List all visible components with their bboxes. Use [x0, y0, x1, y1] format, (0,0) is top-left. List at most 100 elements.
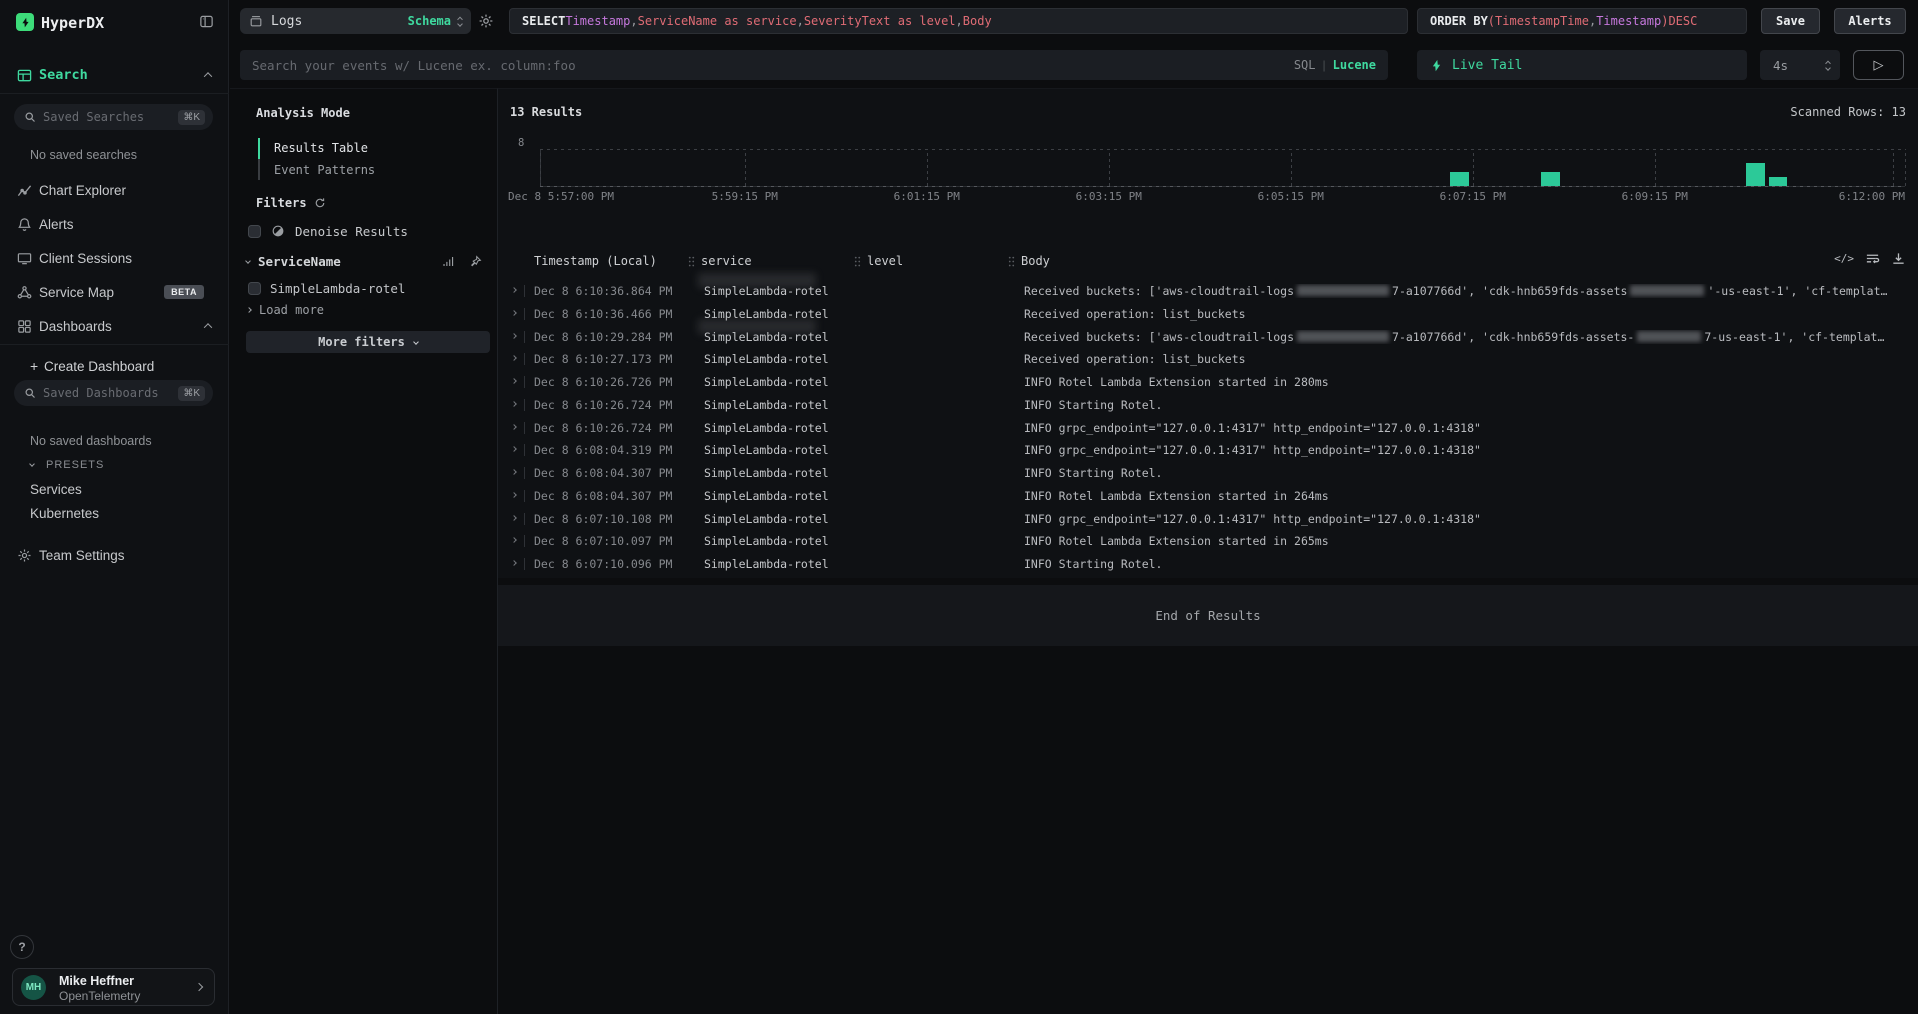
- log-row[interactable]: Dec 8 6:10:26.724 PMSimpleLambda-rotelIN…: [498, 394, 1918, 417]
- expand-row-icon[interactable]: [511, 537, 517, 543]
- sidebar-item-chart-explorer[interactable]: Chart Explorer: [0, 176, 228, 204]
- expand-row-icon[interactable]: [511, 333, 517, 339]
- sidebar-item-team-settings[interactable]: Team Settings: [0, 541, 228, 569]
- log-row[interactable]: Dec 8 6:10:36.466 PMSimpleLambda-rotelRe…: [498, 303, 1918, 326]
- mode-event-patterns[interactable]: Event Patterns: [274, 163, 375, 177]
- presets-toggle[interactable]: PRESETS: [0, 453, 228, 477]
- live-tail-button[interactable]: Live Tail: [1417, 50, 1747, 80]
- column-timestamp[interactable]: Timestamp (Local): [534, 254, 657, 268]
- chart-bar[interactable]: [1746, 163, 1765, 186]
- chevron-right-icon: [195, 983, 203, 991]
- more-filters-button[interactable]: More filters: [246, 331, 490, 353]
- create-dashboard-button[interactable]: + Create Dashboard: [0, 352, 228, 380]
- results-count: 13 Results: [510, 105, 582, 119]
- chart-filter-icon[interactable]: [442, 255, 455, 268]
- log-row[interactable]: Dec 8 6:08:04.307 PMSimpleLambda-rotelIN…: [498, 462, 1918, 485]
- mode-results-table[interactable]: Results Table: [274, 141, 368, 155]
- filter-group-header[interactable]: ServiceName: [246, 249, 482, 273]
- column-body[interactable]: Body: [1008, 254, 1050, 268]
- saved-searches-input[interactable]: [43, 110, 178, 124]
- chart-bar[interactable]: [1541, 172, 1560, 186]
- sidebar-item-alerts[interactable]: Alerts: [0, 210, 228, 238]
- body-cell: INFO grpc_endpoint="127.0.0.1:4317" http…: [1024, 512, 1914, 526]
- log-row[interactable]: Dec 8 6:10:26.724 PMSimpleLambda-rotelIN…: [498, 417, 1918, 440]
- expand-row-icon[interactable]: [511, 446, 517, 452]
- chart-gridline: [1109, 149, 1110, 186]
- select-query-input[interactable]: SELECT Timestamp, ServiceName as service…: [509, 8, 1408, 34]
- chevron-right-icon: [246, 307, 252, 313]
- row-separator: [524, 353, 525, 365]
- saved-dashboards-search[interactable]: ⌘K: [14, 380, 213, 406]
- column-level[interactable]: level: [854, 254, 903, 268]
- refresh-icon[interactable]: [314, 197, 326, 209]
- refresh-interval-select[interactable]: 4s: [1760, 50, 1840, 80]
- row-separator: [524, 399, 525, 411]
- expand-row-icon[interactable]: [511, 310, 517, 316]
- saved-searches-search[interactable]: ⌘K: [14, 104, 213, 130]
- profile-card[interactable]: MH Mike Heffner OpenTelemetry: [12, 968, 215, 1006]
- preset-kubernetes[interactable]: Kubernetes: [0, 501, 228, 525]
- denoise-checkbox[interactable]: [248, 225, 261, 238]
- sidebar-item-search[interactable]: Search: [0, 61, 228, 89]
- order-by-input[interactable]: ORDER BY (TimestampTime, Timestamp) DESC: [1417, 8, 1747, 34]
- play-button[interactable]: ▷: [1853, 50, 1904, 80]
- row-separator: [524, 490, 525, 502]
- expand-row-icon[interactable]: [511, 424, 517, 430]
- filter-option[interactable]: SimpleLambda-rotel: [248, 277, 488, 300]
- live-tail-label: Live Tail: [1452, 58, 1522, 73]
- lightning-bolt-icon: [1430, 59, 1443, 72]
- help-button[interactable]: ?: [10, 935, 34, 959]
- expand-row-icon[interactable]: [511, 560, 517, 566]
- expand-row-icon[interactable]: [511, 355, 517, 361]
- chart-gridline: [1655, 149, 1656, 186]
- source-settings-gear-icon[interactable]: [478, 13, 494, 29]
- sidebar-item-dashboards[interactable]: Dashboards: [0, 312, 228, 340]
- save-button[interactable]: Save: [1761, 8, 1820, 34]
- expand-row-icon[interactable]: [511, 469, 517, 475]
- drag-handle-icon[interactable]: [854, 255, 861, 268]
- drag-handle-icon[interactable]: [688, 255, 695, 268]
- log-row[interactable]: Dec 8 6:07:10.108 PMSimpleLambda-rotelIN…: [498, 508, 1918, 531]
- select-chevrons-icon: [1826, 60, 1830, 70]
- service-cell: SimpleLambda-rotel: [704, 534, 829, 548]
- load-more-button[interactable]: Load more: [247, 300, 324, 320]
- source-select[interactable]: Logs Schema: [240, 8, 471, 34]
- log-row[interactable]: Dec 8 6:10:27.173 PMSimpleLambda-rotelRe…: [498, 348, 1918, 371]
- chart-bar[interactable]: [1450, 172, 1469, 186]
- mode-sql-toggle[interactable]: SQL: [1294, 58, 1316, 72]
- expand-row-icon[interactable]: [511, 378, 517, 384]
- chart-bar[interactable]: [1769, 177, 1788, 186]
- sidebar-item-client-sessions[interactable]: Client Sessions: [0, 244, 228, 272]
- service-cell: SimpleLambda-rotel: [704, 512, 829, 526]
- log-row[interactable]: Dec 8 6:07:10.097 PMSimpleLambda-rotelIN…: [498, 530, 1918, 553]
- drag-handle-icon[interactable]: [1008, 255, 1015, 268]
- timestamp-cell: Dec 8 6:08:04.319 PM: [534, 443, 672, 457]
- expand-row-icon[interactable]: [511, 401, 517, 407]
- log-row[interactable]: Dec 8 6:10:29.284 PMSimpleLambda-rotelRe…: [498, 326, 1918, 349]
- pin-icon[interactable]: [469, 255, 482, 268]
- sidebar-item-service-map[interactable]: Service Map BETA: [0, 278, 228, 306]
- chevron-up-icon: [204, 323, 212, 331]
- expand-row-icon[interactable]: [511, 492, 517, 498]
- filter-checkbox[interactable]: [248, 282, 261, 295]
- log-rows: Dec 8 6:10:36.864 PMSimpleLambda-rotelRe…: [498, 280, 1918, 576]
- mode-lucene-toggle[interactable]: Lucene: [1333, 58, 1376, 72]
- event-search-input[interactable]: [252, 58, 1294, 73]
- log-row[interactable]: Dec 8 6:08:04.307 PMSimpleLambda-rotelIN…: [498, 485, 1918, 508]
- log-row[interactable]: Dec 8 6:10:36.864 PMSimpleLambda-rotelRe…: [498, 280, 1918, 303]
- collapse-sidebar-icon[interactable]: [199, 14, 214, 29]
- expand-row-icon[interactable]: [511, 287, 517, 293]
- log-row[interactable]: Dec 8 6:08:04.319 PMSimpleLambda-rotelIN…: [498, 439, 1918, 462]
- query-token: ): [1661, 14, 1668, 28]
- expand-row-icon[interactable]: [511, 515, 517, 521]
- results-area: 13 Results Scanned Rows: 13 8 Dec 8 5:57…: [498, 88, 1918, 1014]
- preset-services[interactable]: Services: [0, 477, 228, 501]
- saved-dashboards-input[interactable]: [43, 386, 178, 400]
- chart-gridline: [745, 149, 746, 186]
- column-service[interactable]: service: [688, 254, 752, 268]
- service-cell: SimpleLambda-rotel: [704, 466, 829, 480]
- log-row[interactable]: Dec 8 6:07:10.096 PMSimpleLambda-rotelIN…: [498, 553, 1918, 576]
- row-separator: [524, 376, 525, 388]
- log-row[interactable]: Dec 8 6:10:26.726 PMSimpleLambda-rotelIN…: [498, 371, 1918, 394]
- alerts-button[interactable]: Alerts: [1834, 8, 1906, 34]
